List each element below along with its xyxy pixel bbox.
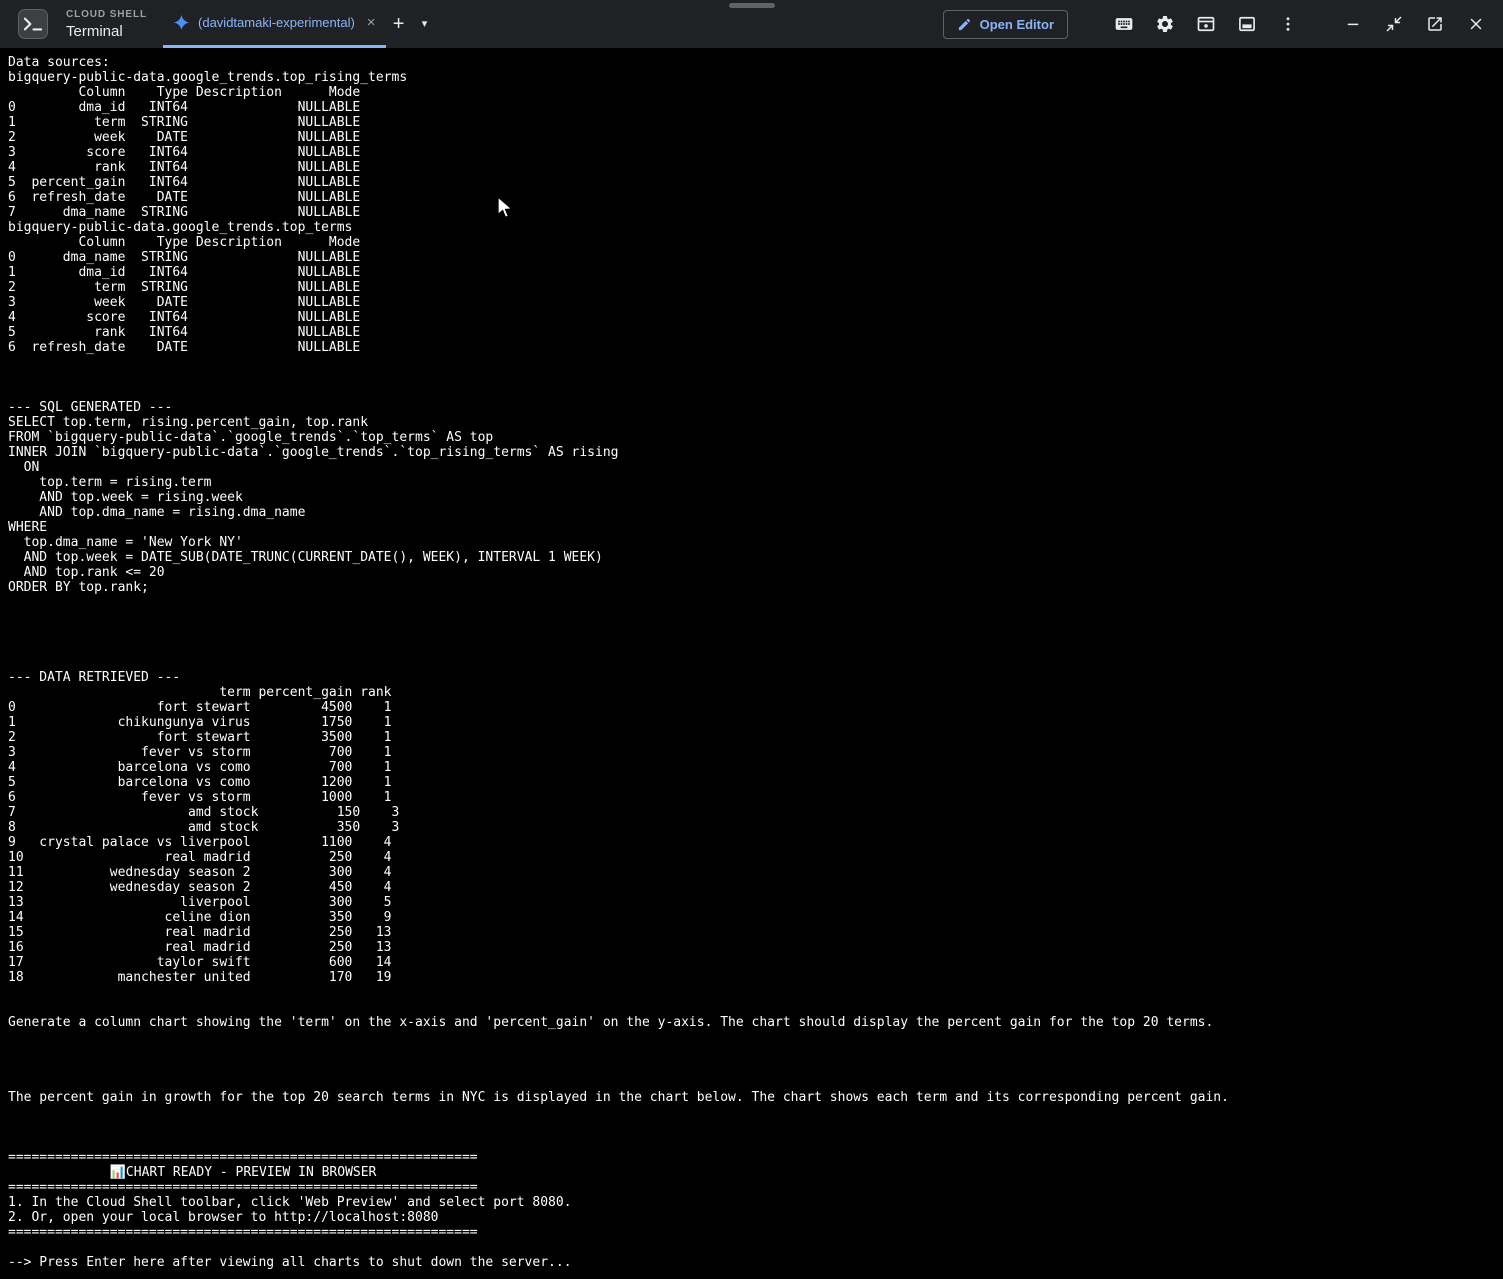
keyboard-icon <box>1114 14 1134 34</box>
tab-strip: (davidtamaki-experimental) × + ▾ <box>163 0 438 48</box>
minimize-button[interactable] <box>1340 11 1366 37</box>
tab-menu-button[interactable]: ▾ <box>412 11 438 37</box>
open-in-new-window-button[interactable] <box>1422 11 1448 37</box>
plus-icon: + <box>393 14 405 34</box>
settings-gear-icon <box>1155 14 1175 34</box>
cloud-shell-header: CLOUD SHELL Terminal (davidtamaki-experi… <box>0 0 1503 48</box>
toolbar-right: Open Editor <box>943 10 1489 39</box>
more-options-icon <box>1279 15 1297 33</box>
terminal-output[interactable]: Data sources: bigquery-public-data.googl… <box>0 48 1503 1277</box>
terminal-settings-button[interactable] <box>1152 11 1178 37</box>
open-editor-label: Open Editor <box>980 17 1054 32</box>
close-window-button[interactable] <box>1463 11 1489 37</box>
brand-area: CLOUD SHELL Terminal <box>18 9 147 40</box>
web-preview-icon <box>1196 14 1216 34</box>
open-editor-button[interactable]: Open Editor <box>943 10 1068 39</box>
brand-text: CLOUD SHELL Terminal <box>66 9 147 40</box>
resize-drag-handle[interactable] <box>729 3 775 8</box>
cloud-shell-logo-icon <box>18 9 48 39</box>
keyboard-button[interactable] <box>1111 11 1137 37</box>
close-tab-icon[interactable]: × <box>367 15 376 30</box>
tab-label: (davidtamaki-experimental) <box>198 15 355 30</box>
minimize-icon <box>1344 15 1362 33</box>
edit-pen-icon <box>957 17 972 32</box>
dock-panel-button[interactable] <box>1234 11 1260 37</box>
terminal-tab[interactable]: (davidtamaki-experimental) × <box>163 0 386 48</box>
window-controls <box>1340 11 1489 37</box>
close-icon <box>1467 15 1485 33</box>
add-tab-button[interactable]: + <box>386 11 412 37</box>
window-title: Terminal <box>66 23 147 40</box>
exit-fullscreen-button[interactable] <box>1381 11 1407 37</box>
product-label: CLOUD SHELL <box>66 9 147 20</box>
gemini-icon <box>173 14 190 31</box>
terminal-area[interactable]: Data sources: bigquery-public-data.googl… <box>0 48 1503 1279</box>
dock-panel-icon <box>1237 14 1257 34</box>
chevron-down-icon: ▾ <box>422 19 428 30</box>
open-in-new-icon <box>1426 15 1444 33</box>
web-preview-button[interactable] <box>1193 11 1219 37</box>
terminal-prompt-icon <box>24 17 42 31</box>
exit-fullscreen-icon <box>1385 15 1403 33</box>
more-options-button[interactable] <box>1275 11 1301 37</box>
